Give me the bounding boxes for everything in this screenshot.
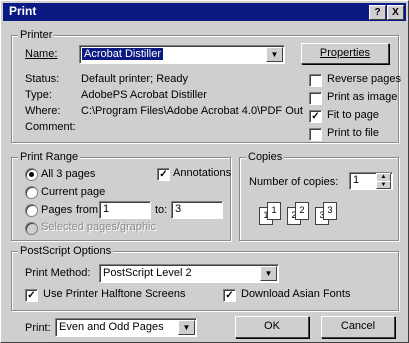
window-title: Print <box>9 4 37 18</box>
copies-group: Copies <box>239 151 399 241</box>
copies-spinner[interactable]: 1 ▲ ▼ <box>349 172 393 190</box>
print-dialog: Print ? X Printer Name: Acrobat Distille… <box>0 0 409 343</box>
properties-button-label: Properties <box>319 47 371 59</box>
print-subset-label: Print: <box>25 322 51 334</box>
postscript-group-label: PostScript Options <box>18 245 114 257</box>
halftone-label: Use Printer Halftone Screens <box>43 288 186 300</box>
close-button[interactable]: X <box>387 5 404 20</box>
title-bar[interactable]: Print ? X <box>3 3 406 21</box>
status-value: Default printer; Ready <box>81 73 188 85</box>
status-label: Status: <box>25 73 60 85</box>
print-range-group-label: Print Range <box>18 151 81 163</box>
to-value: 3 <box>175 203 182 215</box>
print-method-value: PostScript Level 2 <box>103 267 192 279</box>
pages-radio[interactable] <box>25 204 38 217</box>
type-value: AdobePS Acrobat Distiller <box>81 89 207 101</box>
collate-page: 3 <box>323 202 337 220</box>
fit-to-page-checkbox[interactable]: ✓ <box>309 110 322 123</box>
from-label: from: <box>76 204 102 216</box>
cancel-button-label: Cancel <box>340 320 376 332</box>
chevron-down-icon[interactable]: ▼ <box>260 266 277 281</box>
print-subset-value: Even and Odd Pages <box>59 321 164 333</box>
printer-name-select[interactable]: Acrobat Distiller ▼ <box>79 45 285 64</box>
fit-to-page-label: Fit to page <box>327 109 379 121</box>
halftone-checkbox[interactable]: ✓ <box>25 289 38 302</box>
printer-group-label: Printer <box>18 29 55 41</box>
print-subset-select[interactable]: Even and Odd Pages ▼ <box>55 318 197 337</box>
copies-group-label: Copies <box>246 151 285 163</box>
collate-page: 2 <box>295 202 309 220</box>
type-label: Type: <box>25 89 52 101</box>
where-label: Where: <box>25 105 61 117</box>
copies-value: 1 <box>353 174 360 186</box>
pages-label: Pages <box>41 204 73 216</box>
from-value: 1 <box>103 203 110 215</box>
properties-button[interactable]: Properties <box>301 43 389 64</box>
asian-fonts-label: Download Asian Fonts <box>241 288 351 300</box>
chevron-down-icon[interactable]: ▼ <box>266 47 283 62</box>
print-as-image-label: Print as image <box>327 91 398 103</box>
ok-button[interactable]: OK <box>235 316 309 338</box>
print-as-image-checkbox[interactable] <box>309 92 322 105</box>
asian-fonts-checkbox[interactable]: ✓ <box>223 289 236 302</box>
to-label: to: <box>155 204 168 216</box>
chevron-down-icon[interactable]: ▼ <box>178 320 195 335</box>
print-to-file-label: Print to file <box>327 127 379 139</box>
all-pages-label: All 3 pages <box>41 168 96 180</box>
reverse-pages-checkbox[interactable] <box>309 74 322 87</box>
current-page-label: Current page <box>41 186 106 198</box>
collate-page: 1 <box>267 202 281 220</box>
ok-button-label: OK <box>264 320 280 332</box>
where-value: C:\Program Files\Adobe Acrobat 4.0\PDF O… <box>81 105 303 117</box>
help-button[interactable]: ? <box>369 5 386 20</box>
print-to-file-checkbox[interactable] <box>309 128 322 141</box>
annotations-label: Annotations <box>173 167 232 179</box>
print-method-select[interactable]: PostScript Level 2 ▼ <box>99 264 279 283</box>
current-page-radio[interactable] <box>25 186 38 199</box>
comment-label: Comment: <box>25 121 76 133</box>
from-input[interactable]: 1 <box>99 201 151 219</box>
cancel-button[interactable]: Cancel <box>321 316 395 338</box>
print-method-label: Print Method: <box>25 267 91 279</box>
printer-name-value: Acrobat Distiller <box>82 48 164 60</box>
selected-graphic-label: Selected pages/graphic <box>41 221 156 233</box>
reverse-pages-label: Reverse pages <box>327 73 401 85</box>
number-of-copies-label: Number of copies: <box>249 176 339 188</box>
spin-down-icon[interactable]: ▼ <box>376 181 391 189</box>
annotations-checkbox[interactable]: ✓ <box>157 168 170 181</box>
printer-name-label: Name: <box>25 48 58 60</box>
selected-graphic-radio[interactable] <box>25 222 38 235</box>
to-input[interactable]: 3 <box>171 201 223 219</box>
all-pages-radio[interactable] <box>25 168 38 181</box>
